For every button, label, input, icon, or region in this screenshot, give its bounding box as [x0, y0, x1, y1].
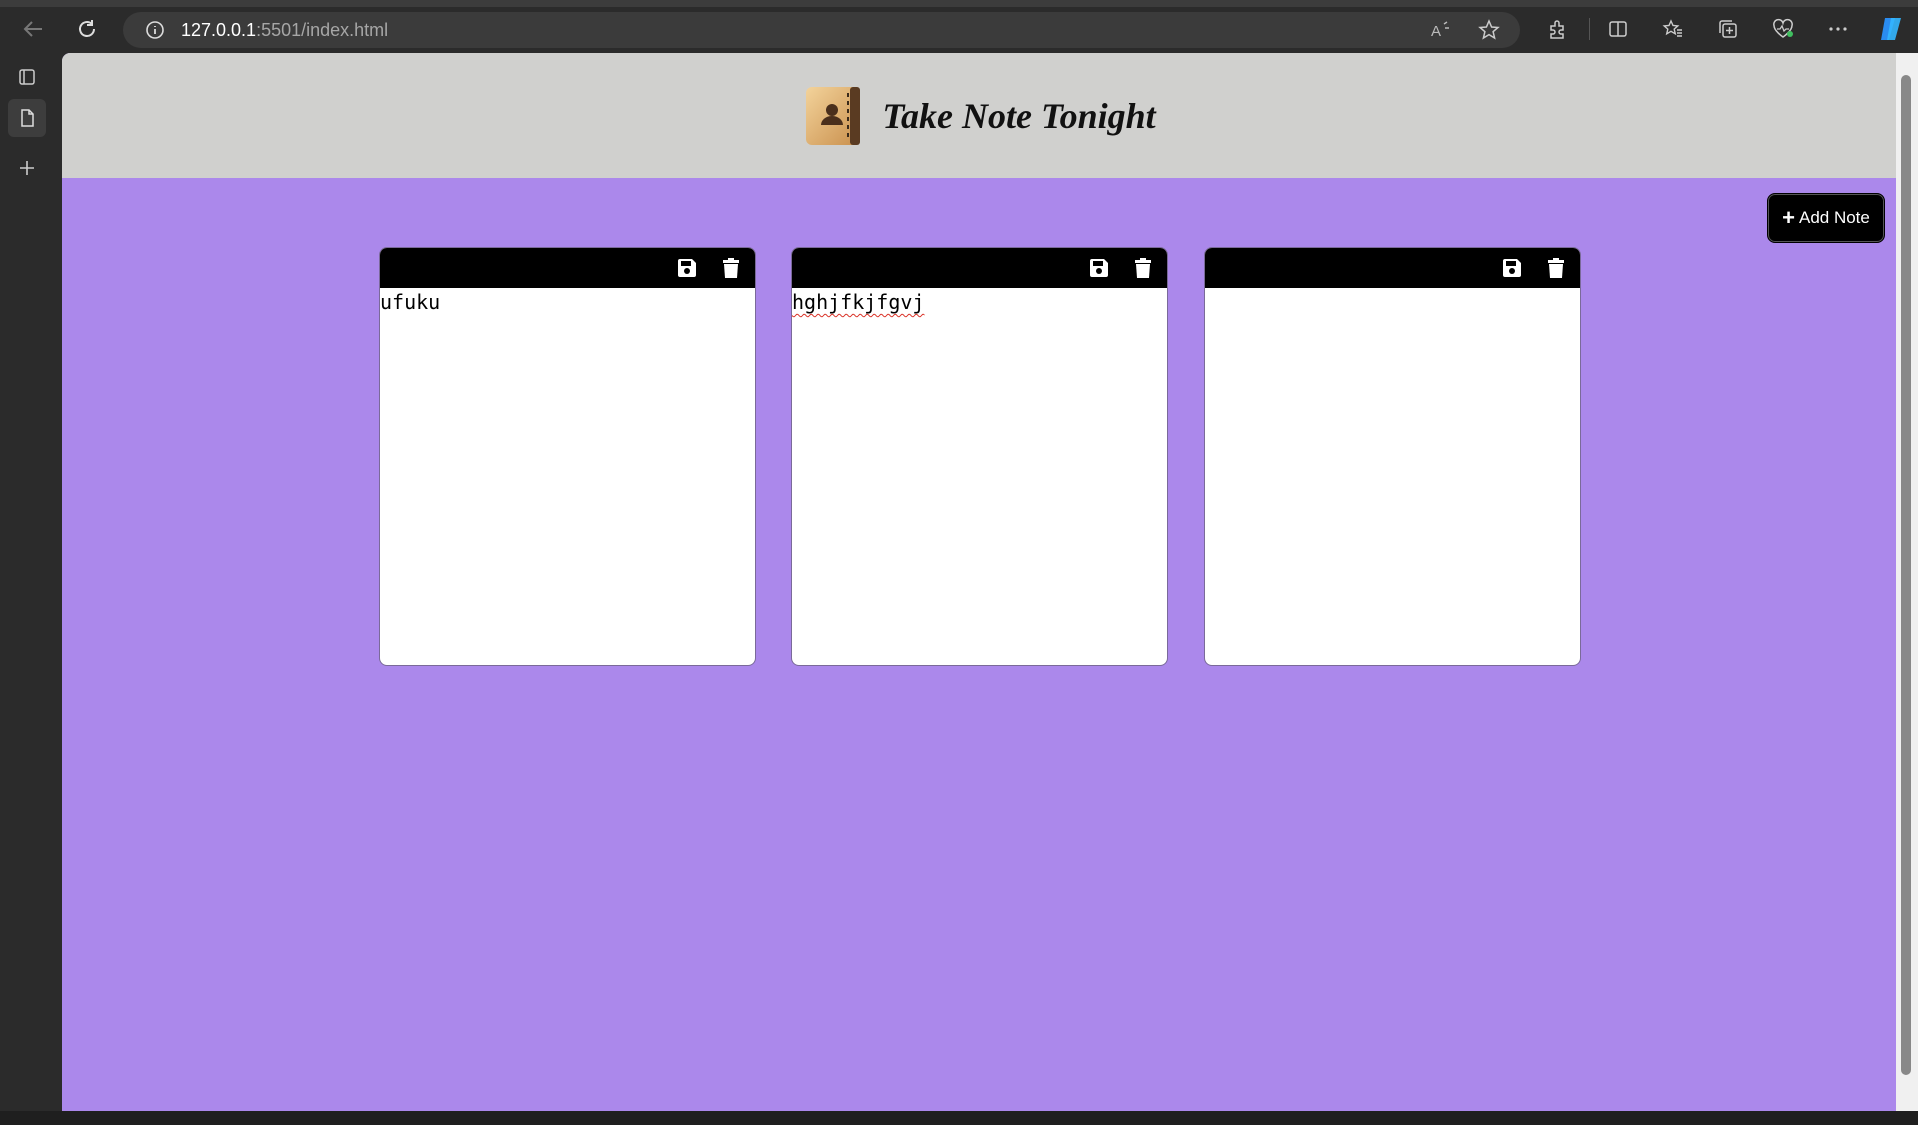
tab-actions-icon[interactable]: [8, 58, 46, 96]
note-textarea[interactable]: ufuku: [380, 288, 755, 658]
note-toolbar: [792, 248, 1167, 288]
copilot-icon[interactable]: [1876, 7, 1908, 51]
note-content: ufuku: [380, 290, 441, 314]
extensions-icon[interactable]: [1543, 7, 1573, 51]
note-textarea[interactable]: hghjfkjfgvj: [792, 288, 1167, 658]
split-screen-icon[interactable]: [1603, 7, 1633, 51]
add-note-label: Add Note: [1798, 208, 1870, 227]
note-card: [1204, 247, 1581, 666]
note-toolbar: [1205, 248, 1580, 288]
new-tab-plus-icon[interactable]: [8, 149, 46, 187]
active-tab-page-icon[interactable]: [8, 99, 46, 137]
note-card: hghjfkjfgvj: [791, 247, 1168, 666]
favorites-icon[interactable]: [1658, 7, 1688, 51]
read-aloud-icon[interactable]: A: [1430, 20, 1452, 40]
os-taskbar-edge: [0, 1111, 1918, 1125]
note-content: hghjfkjfgvj: [792, 290, 925, 314]
url-host: 127.0.0.1: [181, 19, 257, 40]
reload-icon[interactable]: [72, 7, 102, 51]
app-header: Take Note Tonight: [62, 53, 1896, 178]
more-options-icon[interactable]: [1823, 7, 1853, 51]
page-title: Take Note Tonight: [882, 95, 1156, 136]
trash-icon[interactable]: [1545, 257, 1567, 279]
save-icon[interactable]: [1088, 257, 1110, 279]
scrollbar-thumb[interactable]: [1901, 75, 1911, 1075]
toolbar-divider: [1588, 7, 1590, 51]
page-viewport: Take Note Tonight + Add Note ufuku hghjf…: [62, 53, 1896, 1111]
plus-icon: +: [1782, 205, 1795, 230]
window-top-edge: [0, 0, 1918, 7]
save-icon[interactable]: [1501, 257, 1523, 279]
favorite-star-icon[interactable]: [1478, 19, 1500, 41]
note-toolbar: [380, 248, 755, 288]
trash-icon[interactable]: [720, 257, 742, 279]
back-icon[interactable]: [18, 7, 48, 51]
collections-icon[interactable]: [1713, 7, 1743, 51]
browser-sidebar: [0, 51, 62, 1115]
save-icon[interactable]: [676, 257, 698, 279]
browser-essentials-icon[interactable]: [1768, 7, 1798, 51]
address-bar[interactable]: 127.0.0.1:5501/index.html A: [123, 12, 1520, 48]
add-note-button[interactable]: + Add Note: [1767, 193, 1885, 243]
page-scrollbar[interactable]: [1896, 53, 1918, 1111]
address-book-icon: [806, 86, 861, 145]
url-path: :5501/index.html: [256, 19, 389, 40]
trash-icon[interactable]: [1132, 257, 1154, 279]
note-textarea[interactable]: [1205, 288, 1580, 658]
browser-toolbar: 127.0.0.1:5501/index.html A: [0, 7, 1918, 51]
site-info-icon[interactable]: [145, 20, 165, 40]
note-card: ufuku: [379, 247, 756, 666]
svg-text:A: A: [1431, 23, 1441, 40]
